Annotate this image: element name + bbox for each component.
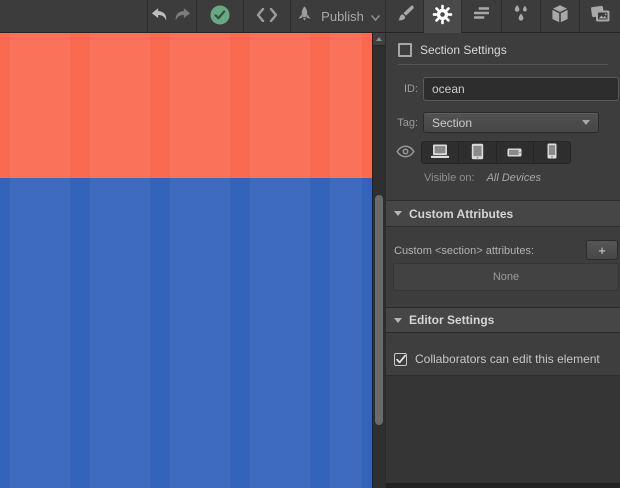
undo-button[interactable] [148,0,172,32]
desktop-icon [429,144,451,162]
redo-button[interactable] [170,0,194,32]
scroll-up-button[interactable] [373,33,385,46]
tab-style-manager[interactable] [461,0,501,32]
editor-settings-title: Editor Settings [409,313,494,327]
tag-label: Tag: [386,117,418,129]
collaborators-checkbox-row[interactable]: Collaborators can edit this element [386,343,620,376]
scrollbar-thumb[interactable] [375,195,383,425]
publish-button[interactable]: Publish [291,0,385,32]
visible-on-row: Visible on: All Devices [424,172,541,184]
chevron-down-icon [582,120,590,125]
tab-symbols[interactable] [540,0,579,32]
tab-interactions[interactable] [501,0,540,32]
undo-icon [151,8,169,25]
collaborators-checkbox-label: Collaborators can edit this element [415,352,600,366]
device-tablet-button[interactable] [458,142,495,163]
custom-attributes-title: Custom Attributes [409,207,513,221]
code-brackets-icon [256,8,278,25]
element-settings-panel: Section Settings ID: Tag: Section [385,33,620,488]
add-attribute-button[interactable]: + [586,240,618,260]
grid-columns-overlay [0,178,372,488]
lines-icon [472,6,491,26]
tablet-icon [471,143,484,163]
arrow-up-icon [376,37,382,41]
panel-title: Section Settings [420,43,507,57]
webflow-designer: Publish Section Settings [0,0,620,488]
device-phone-portrait-button[interactable] [533,142,570,163]
page-canvas[interactable] [0,33,372,488]
custom-attributes-label: Custom <section> attributes: [394,245,534,257]
rocket-icon [296,6,313,26]
device-desktop-button[interactable] [422,142,458,163]
gear-icon [432,4,453,30]
panel-scrollbar[interactable] [372,33,385,488]
tab-style[interactable] [385,0,423,32]
visible-on-value: All Devices [487,172,541,184]
chevron-down-icon [371,9,380,24]
images-icon [590,5,611,28]
tag-selected-value: Section [432,116,582,130]
tag-select[interactable]: Section [423,112,599,133]
editor-settings-header[interactable]: Editor Settings [386,307,620,333]
attributes-empty-state: None [393,263,619,291]
disclosure-triangle-icon [394,211,402,216]
panel-header: Section Settings [398,42,507,58]
top-toolbar: Publish [0,0,620,33]
phone-landscape-icon [507,145,522,160]
collaborators-checkbox[interactable] [394,353,407,366]
custom-attributes-header[interactable]: Custom Attributes [386,200,620,227]
divider [398,64,608,65]
disclosure-triangle-icon [394,318,402,323]
tab-settings[interactable] [423,0,461,34]
panel-bottom-edge [386,483,620,488]
droplets-icon [511,4,531,28]
visible-on-label: Visible on: [424,172,475,184]
saved-status-button[interactable] [197,0,243,32]
publish-label: Publish [321,9,364,24]
id-input[interactable] [423,77,619,101]
phone-portrait-icon [547,143,557,162]
section-element-icon [398,43,412,57]
device-visibility-group [421,141,571,164]
grid-columns-overlay [0,33,372,178]
id-label: ID: [386,83,418,95]
tab-assets[interactable] [579,0,620,32]
paintbrush-icon [395,4,415,29]
redo-icon [173,8,191,25]
code-export-button[interactable] [244,0,290,32]
attributes-empty-label: None [493,271,519,283]
device-phone-landscape-button[interactable] [496,142,533,163]
panel-empty-area [386,376,620,483]
cube-icon [550,4,570,29]
section-blue[interactable] [0,178,372,488]
section-ocean[interactable] [0,33,372,178]
eye-icon [396,145,415,163]
check-circle-icon [210,5,230,28]
